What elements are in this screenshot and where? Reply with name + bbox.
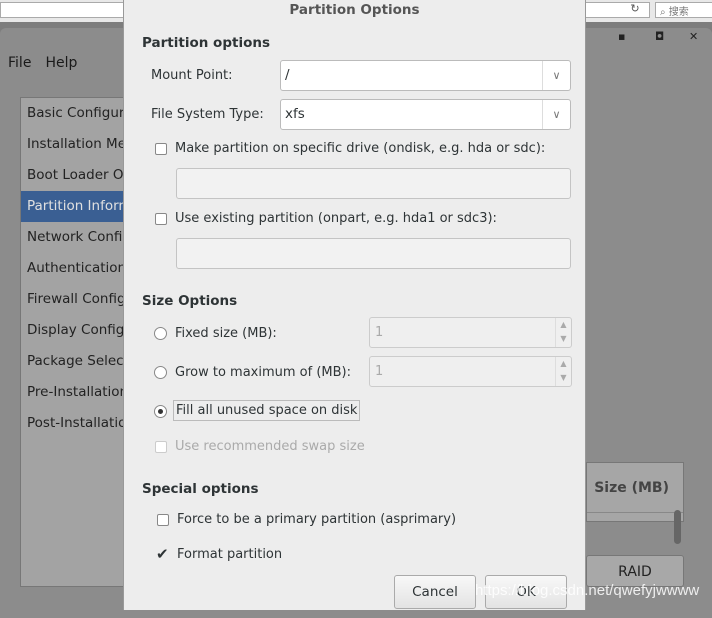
grow-label: Grow to maximum of (MB): bbox=[175, 365, 351, 380]
spin-arrows-icon[interactable]: ▲ ▼ bbox=[555, 357, 571, 386]
sidebar-item[interactable]: Firewall Configuration bbox=[21, 284, 129, 315]
mount-point-combo[interactable]: / ∨ bbox=[280, 60, 571, 91]
fixed-size-spinner[interactable]: 1 ▲ ▼ bbox=[369, 317, 572, 348]
fs-type-combo[interactable]: xfs ∨ bbox=[280, 99, 571, 130]
ondisk-checkbox[interactable] bbox=[155, 143, 167, 155]
grow-value: 1 bbox=[375, 364, 384, 379]
size-column-header: Size (MB) bbox=[587, 463, 683, 513]
chevron-down-icon[interactable]: ∨ bbox=[542, 61, 570, 90]
sidebar: Basic Configuration Installation Method … bbox=[20, 97, 130, 587]
watermark: https://blog.csdn.net/qwefyjwwww bbox=[475, 582, 700, 599]
sidebar-item[interactable]: Basic Configuration bbox=[21, 98, 129, 129]
special-options-heading: Special options bbox=[142, 481, 259, 497]
partition-options-dialog: Partition Options Partition options Moun… bbox=[123, 0, 586, 610]
ondisk-label: Make partition on specific drive (ondisk… bbox=[175, 141, 546, 156]
onpart-label: Use existing partition (onpart, e.g. hda… bbox=[175, 211, 497, 226]
menu-file[interactable]: File bbox=[8, 55, 31, 71]
chevron-down-icon[interactable]: ∨ bbox=[542, 100, 570, 129]
cancel-button[interactable]: Cancel bbox=[394, 575, 476, 609]
search-placeholder: 搜索 bbox=[668, 7, 689, 18]
onpart-checkbox[interactable] bbox=[155, 213, 167, 225]
format-checkbox[interactable]: ✔ bbox=[156, 545, 169, 563]
swap-checkbox[interactable] bbox=[155, 441, 167, 453]
fixed-size-label: Fixed size (MB): bbox=[175, 326, 277, 341]
maximize-icon[interactable]: ◘ bbox=[655, 30, 664, 43]
partition-options-heading: Partition options bbox=[142, 35, 270, 51]
scrollbar[interactable] bbox=[674, 510, 681, 544]
menu-help[interactable]: Help bbox=[45, 55, 77, 71]
minimize-icon[interactable]: ▪ bbox=[618, 30, 625, 43]
grow-radio[interactable] bbox=[154, 366, 167, 379]
fixed-size-radio[interactable] bbox=[154, 327, 167, 340]
fs-type-label: File System Type: bbox=[151, 107, 264, 122]
partition-table: Size (MB) 0 bbox=[586, 462, 684, 522]
swap-label: Use recommended swap size bbox=[175, 439, 365, 454]
mount-point-value: / bbox=[285, 67, 290, 83]
fixed-size-value: 1 bbox=[375, 325, 384, 340]
fill-radio[interactable] bbox=[154, 405, 167, 418]
onpart-input[interactable] bbox=[176, 238, 571, 269]
spin-arrows-icon[interactable]: ▲ ▼ bbox=[555, 318, 571, 347]
size-options-heading: Size Options bbox=[142, 293, 238, 309]
sidebar-item[interactable]: Installation Method bbox=[21, 129, 129, 160]
sidebar-item[interactable]: Package Selection bbox=[21, 346, 129, 377]
browser-search[interactable]: ⌕ 搜索 bbox=[655, 2, 712, 18]
fill-label: Fill all unused space on disk bbox=[173, 400, 361, 421]
mount-point-label: Mount Point: bbox=[151, 68, 233, 83]
format-label: Format partition bbox=[177, 547, 283, 562]
dialog-title: Partition Options bbox=[289, 2, 420, 18]
primary-label: Force to be a primary partition (asprima… bbox=[177, 512, 457, 527]
sidebar-item[interactable]: Post-Installation Script bbox=[21, 408, 129, 439]
sidebar-item[interactable]: Authentication bbox=[21, 253, 129, 284]
fs-type-value: xfs bbox=[285, 106, 305, 122]
sidebar-item[interactable]: Boot Loader Options bbox=[21, 160, 129, 191]
refresh-icon[interactable]: ↻ bbox=[620, 2, 650, 18]
sidebar-item[interactable]: Pre-Installation Script bbox=[21, 377, 129, 408]
grow-spinner[interactable]: 1 ▲ ▼ bbox=[369, 356, 572, 387]
close-icon[interactable]: ✕ bbox=[689, 30, 698, 43]
ondisk-input[interactable] bbox=[176, 168, 571, 199]
sidebar-item[interactable]: Display Configuration bbox=[21, 315, 129, 346]
sidebar-item[interactable]: Network Configuration bbox=[21, 222, 129, 253]
menu-bar: File Help bbox=[8, 55, 91, 71]
table-cell: 0 bbox=[587, 513, 683, 521]
primary-checkbox[interactable] bbox=[157, 514, 169, 526]
sidebar-item[interactable]: Partition Information bbox=[21, 191, 129, 222]
